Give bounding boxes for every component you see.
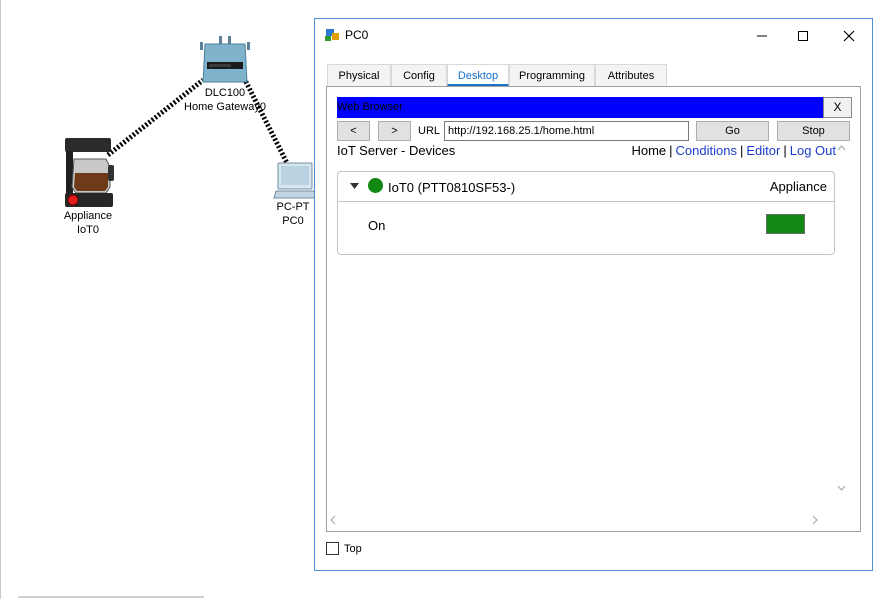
close-window-button[interactable]: [831, 23, 867, 49]
device-property-label: On: [368, 218, 386, 233]
device-gateway-model: DLC100: [204, 87, 246, 99]
tab-programming[interactable]: Programming: [509, 64, 595, 86]
device-appliance-type: Appliance: [63, 210, 113, 222]
web-browser-titlebar[interactable]: Web Browser: [337, 97, 852, 118]
go-button[interactable]: Go: [696, 121, 769, 141]
close-icon: [843, 30, 855, 42]
vertical-scrollbar[interactable]: [837, 143, 846, 512]
top-checkbox-label: Top: [344, 543, 362, 555]
device-home-gateway[interactable]: DLC100 Home Gateway0: [180, 36, 270, 114]
desktop-content-panel: Web Browser X < > URL Go Stop IoT Server…: [326, 86, 861, 532]
scroll-right-arrow-icon: [812, 515, 818, 525]
device-pc-name: PC0: [282, 215, 304, 227]
tab-attributes[interactable]: Attributes: [595, 64, 667, 86]
iot-device-name: IoT0 (PTT0810SF53-): [388, 180, 516, 195]
nav-conditions-link[interactable]: Conditions: [676, 143, 737, 158]
device-appliance[interactable]: Appliance IoT0: [52, 137, 124, 237]
minimize-button[interactable]: [744, 23, 780, 49]
iot-device-type: Appliance: [769, 179, 827, 194]
tab-physical[interactable]: Physical: [327, 64, 391, 86]
device-pc-type: PC-PT: [276, 201, 310, 213]
iot-device-header[interactable]: IoT0 (PTT0810SF53-) Appliance: [338, 172, 834, 202]
nav-logout-link[interactable]: Log Out: [790, 143, 836, 158]
top-checkbox[interactable]: [326, 542, 339, 555]
iot-nav-links: Home | Conditions | Editor | Log Out: [631, 143, 836, 158]
window-title: PC0: [345, 28, 369, 42]
iot-server-title: IoT Server - Devices: [337, 143, 456, 158]
scroll-left-arrow-icon: [330, 515, 336, 525]
nav-separator: |: [783, 143, 787, 158]
browser-page-viewport[interactable]: IoT Server - Devices Home | Conditions | Edi…: [337, 143, 846, 512]
scroll-up-arrow-icon: [837, 145, 846, 151]
tab-config[interactable]: Config: [391, 64, 447, 86]
url-label: URL: [418, 125, 441, 137]
maximize-button[interactable]: [785, 23, 821, 49]
maximize-icon: [798, 31, 808, 41]
packet-tracer-app-icon: [325, 29, 339, 41]
minimize-icon: [757, 35, 767, 37]
window-titlebar[interactable]: PC0: [315, 19, 872, 52]
browser-forward-button[interactable]: >: [378, 121, 411, 141]
device-gateway-name: Home Gateway0: [184, 101, 266, 113]
device-appliance-name: IoT0: [76, 224, 99, 236]
stop-button[interactable]: Stop: [777, 121, 850, 141]
device-status-dot: [368, 178, 383, 193]
web-browser-title: Web Browser: [337, 101, 403, 113]
nav-editor-link[interactable]: Editor: [746, 143, 780, 158]
device-pc[interactable]: PC-PT PC0: [268, 162, 318, 228]
nav-separator: |: [739, 143, 744, 158]
nav-home-link[interactable]: Home: [631, 143, 666, 158]
device-on-status-indicator[interactable]: [766, 214, 805, 234]
pc0-window[interactable]: PC0 Physical Config Desktop Programming …: [314, 18, 873, 571]
expand-caret-icon[interactable]: [350, 183, 359, 189]
nav-separator: |: [669, 143, 673, 158]
pc-icon: [273, 162, 316, 199]
scroll-down-arrow-icon: [837, 485, 846, 491]
browser-back-button[interactable]: <: [337, 121, 370, 141]
tab-desktop[interactable]: Desktop: [447, 64, 509, 86]
horizontal-scrollbar[interactable]: [327, 513, 836, 527]
home-gateway-icon: [200, 36, 250, 83]
web-browser-close-button[interactable]: X: [823, 97, 852, 118]
iot-device-card: IoT0 (PTT0810SF53-) Appliance On: [337, 171, 835, 255]
coffee-maker-icon: [65, 138, 114, 207]
url-input[interactable]: [444, 121, 689, 141]
